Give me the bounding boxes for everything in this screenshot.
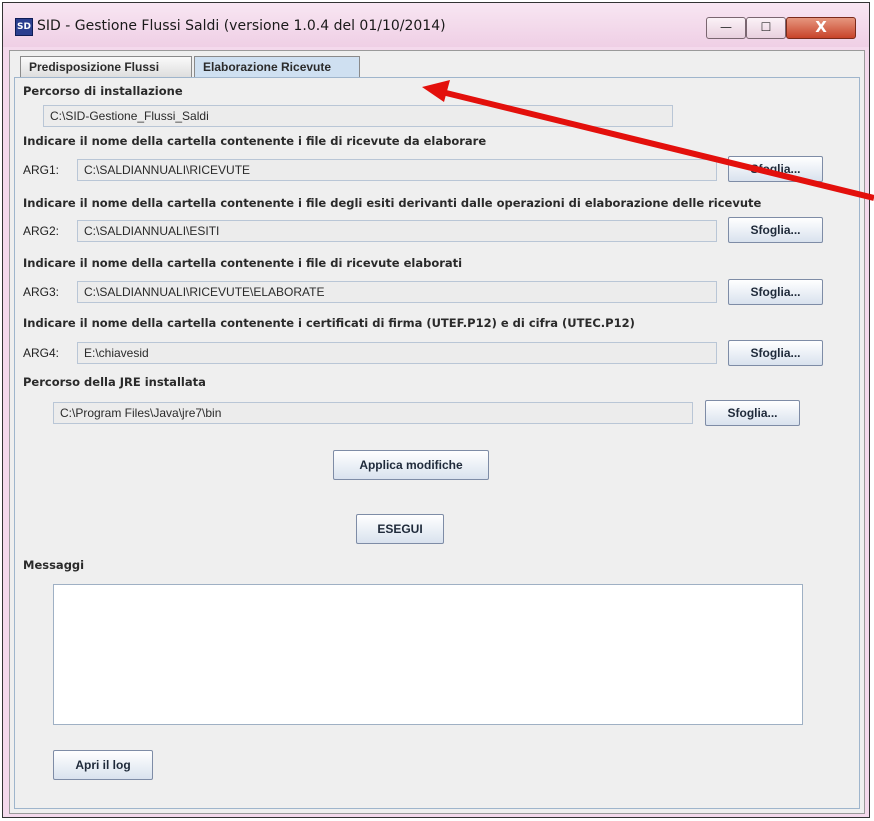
arrow-shaft [441, 89, 874, 201]
arrow-head [422, 80, 450, 102]
annotation-arrow [422, 80, 874, 201]
